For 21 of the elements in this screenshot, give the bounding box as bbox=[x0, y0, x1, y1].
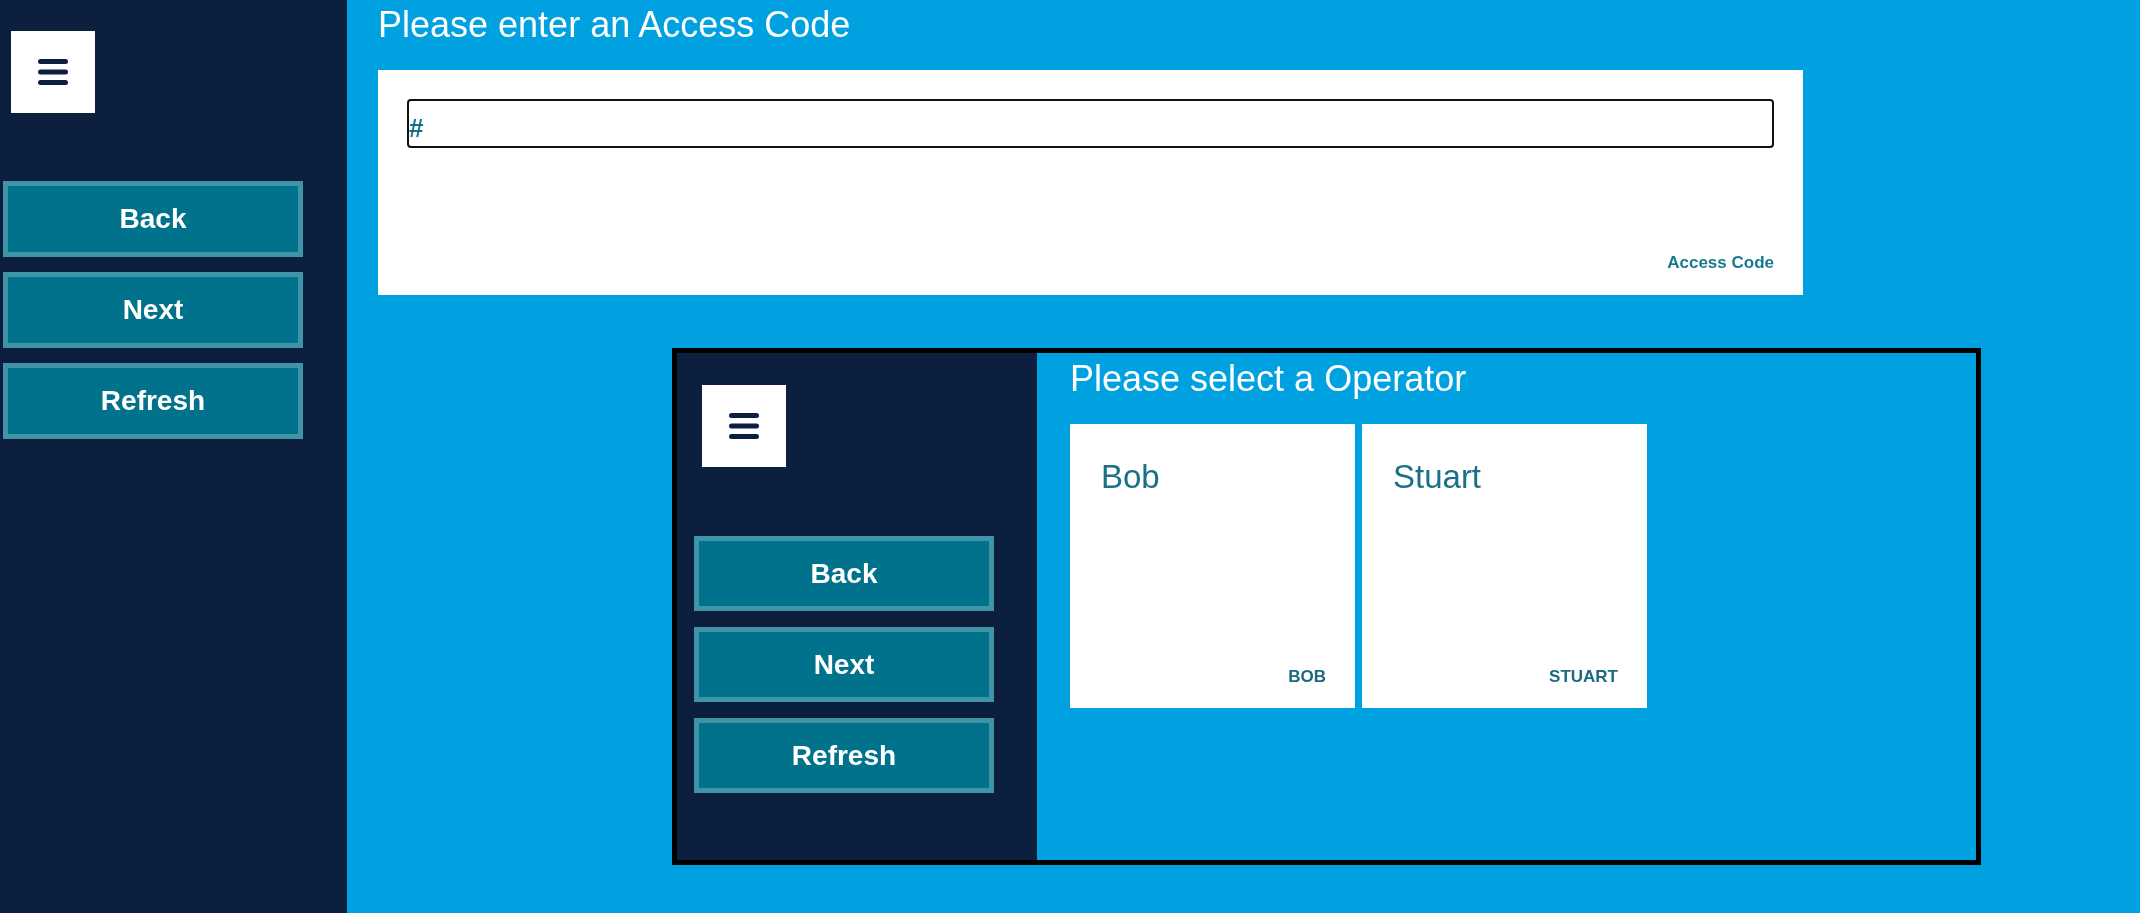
menu-button[interactable] bbox=[702, 385, 786, 467]
menu-icon bbox=[38, 59, 68, 85]
nav-button[interactable]: Refresh bbox=[3, 363, 303, 439]
operator-code: STUART bbox=[1549, 667, 1618, 687]
operator-tile[interactable]: Bob BOB bbox=[1070, 424, 1355, 708]
menu-icon bbox=[729, 413, 759, 439]
page-title: Please enter an Access Code bbox=[378, 3, 852, 47]
hash-prefix: # bbox=[409, 111, 424, 141]
nav-button[interactable]: Back bbox=[694, 536, 994, 611]
nav-button[interactable]: Next bbox=[694, 627, 994, 702]
access-code-field[interactable]: # bbox=[407, 99, 1774, 148]
operator-tile[interactable]: Stuart STUART bbox=[1362, 424, 1647, 708]
page-title: Please select a Operator bbox=[1070, 357, 1468, 401]
field-label: Access Code bbox=[1667, 253, 1774, 273]
menu-button[interactable] bbox=[11, 31, 95, 113]
operator-name: Stuart bbox=[1393, 460, 1482, 493]
operator-code: BOB bbox=[1288, 667, 1326, 687]
nav-button[interactable]: Back bbox=[3, 181, 303, 257]
operator-name: Bob bbox=[1101, 460, 1160, 493]
nav-button[interactable]: Refresh bbox=[694, 718, 994, 793]
nav-button[interactable]: Next bbox=[3, 272, 303, 348]
